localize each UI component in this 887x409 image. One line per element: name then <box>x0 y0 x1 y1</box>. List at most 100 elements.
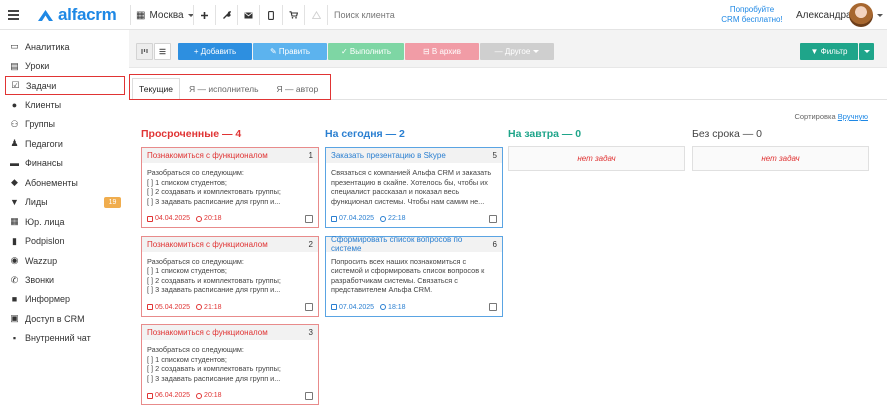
task-description-line: [ ] 2 создавать и комплектовать группы; <box>147 364 281 374</box>
task-time-value: 22:18 <box>388 215 406 222</box>
sidebar-item[interactable]: ♟ Педагоги <box>5 134 125 153</box>
task-complete-checkbox[interactable] <box>305 391 313 400</box>
sidebar-item[interactable]: ▭ Аналитика <box>5 37 125 56</box>
task-title[interactable]: Познакомиться с функционалом <box>147 328 268 337</box>
sidebar-item[interactable]: ▦ Юр. лица <box>5 212 125 231</box>
sidebar-item[interactable]: ▬ Финансы <box>5 154 125 173</box>
task-card-header: Сформировать список вопросов по системе 6 <box>326 235 502 253</box>
calendar-icon <box>147 392 153 399</box>
chevron-down-icon <box>863 50 870 53</box>
task-date: 05.04.2025 <box>147 304 190 311</box>
client-search-input[interactable]: Поиск клиента <box>334 0 395 30</box>
clock-icon <box>380 215 387 222</box>
other-label: — Другое <box>494 47 531 56</box>
promo-link[interactable]: Попробуйте CRM бесплатно! <box>718 0 786 30</box>
tab[interactable]: Текущие <box>132 78 180 99</box>
task-card-header: Познакомиться с функционалом 1 <box>142 148 318 163</box>
logo[interactable]: alfacrm <box>37 0 117 30</box>
chat-icon: ◉ <box>10 255 19 266</box>
sidebar-item[interactable]: ▪ Внутренний чат <box>5 329 125 348</box>
clock-icon <box>196 304 203 310</box>
task-number: 6 <box>492 239 497 249</box>
complete-button[interactable]: ✓ Выполнить <box>328 43 404 60</box>
other-dropdown-button[interactable]: — Другое <box>480 43 554 60</box>
task-card[interactable]: Познакомиться с функционалом 1 Разобраться… <box>141 147 319 228</box>
task-card[interactable]: Сформировать список вопросов по системе 6… <box>325 235 503 317</box>
task-date-value: 04.04.2025 <box>155 215 191 222</box>
task-complete-checkbox[interactable] <box>489 303 497 311</box>
clock-icon <box>380 304 387 310</box>
sidebar-item[interactable]: ⚇ Группы <box>5 115 125 134</box>
cart-icon[interactable] <box>286 0 300 30</box>
tab[interactable]: Я — исполнитель <box>180 78 268 99</box>
task-description-line: функционал системы. Чтобы нам самим не..… <box>331 196 485 206</box>
columns-icon <box>141 49 148 54</box>
task-date: 04.04.2025 <box>147 215 190 222</box>
filter-button[interactable]: ▼ Фильтр <box>800 43 858 60</box>
task-time-value: 18:18 <box>388 303 406 311</box>
book-icon: ▤ <box>10 60 19 71</box>
task-card[interactable]: Познакомиться с функционалом 2 Разобраться… <box>141 235 319 317</box>
sidebar-item-label: Звонки <box>25 275 55 286</box>
city-selector[interactable]: ▦ Москва <box>136 0 194 30</box>
tasks-icon: ☑ <box>11 80 20 91</box>
task-description: Попросить всех наших познакомиться с сист… <box>326 252 502 304</box>
sidebar-item[interactable]: ▣ Доступ в CRM <box>5 309 125 328</box>
add-button[interactable]: + Добавить <box>178 43 252 60</box>
column-title: На завтра — 0 <box>508 128 582 140</box>
sidebar-item-label: Юр. лица <box>25 216 65 227</box>
envelope-icon[interactable] <box>241 0 255 30</box>
edit-button[interactable]: ✎ Править <box>253 43 327 60</box>
task-complete-checkbox[interactable] <box>305 303 313 311</box>
sidebar-item[interactable]: ▼ Лиды 19 <box>5 193 125 212</box>
sidebar-item-label: Аналитика <box>25 41 70 52</box>
sidebar-item-label: Абонементы <box>25 177 78 188</box>
sidebar-item[interactable]: ▤ Уроки <box>5 56 125 75</box>
sidebar-item[interactable]: ▮ Podpislon <box>5 232 125 251</box>
wrench-icon[interactable] <box>219 0 233 30</box>
task-complete-checkbox[interactable] <box>489 214 497 223</box>
divider <box>304 5 305 25</box>
avatar[interactable] <box>849 3 873 27</box>
filter-dropdown-button[interactable] <box>859 43 874 60</box>
mobile-icon[interactable] <box>264 0 278 30</box>
sort-value-link[interactable]: Вручную <box>838 112 868 121</box>
building-icon: ▦ <box>10 216 19 227</box>
task-description-line: специалист рассказал и показал весь <box>331 187 460 197</box>
menu-toggle-icon[interactable] <box>6 0 20 30</box>
calendar-icon <box>147 215 153 222</box>
sidebar-item-label: Уроки <box>25 61 50 72</box>
task-title[interactable]: Заказать презентацию в Skype <box>331 151 446 160</box>
task-title[interactable]: Познакомиться с функционалом <box>147 240 268 249</box>
warning-icon[interactable] <box>309 0 323 30</box>
task-card[interactable]: Заказать презентацию в Skype 5 Связаться с… <box>325 147 503 228</box>
tab[interactable]: Я — автор <box>268 78 328 99</box>
user-menu-chevron-icon[interactable] <box>877 0 883 30</box>
task-title[interactable]: Сформировать список вопросов по системе <box>331 235 493 253</box>
archive-button[interactable]: ⊟ В архив <box>405 43 479 60</box>
sidebar-item[interactable]: ● Клиенты <box>5 95 125 114</box>
sidebar-item[interactable]: ◆ Абонементы <box>5 173 125 192</box>
task-title[interactable]: Познакомиться с функционалом <box>147 151 268 160</box>
sidebar-item[interactable]: ■ Информер <box>5 290 125 309</box>
plus-icon[interactable] <box>197 0 211 30</box>
task-description-line: [ ] 1 списком студентов; <box>147 354 227 364</box>
task-complete-checkbox[interactable] <box>305 214 313 223</box>
task-description: Разобраться со следующим:[ ] 1 списком с… <box>142 252 318 304</box>
divider <box>215 5 216 25</box>
empty-column-placeholder: нет задач <box>508 146 685 171</box>
sidebar-item-label: Группы <box>25 119 55 130</box>
sort-control: Сортировка Вручную <box>794 112 868 121</box>
list-icon <box>159 48 166 55</box>
task-time-value: 21:18 <box>204 303 222 311</box>
sidebar-item[interactable]: ◉ Wazzup <box>5 251 125 270</box>
task-description-line: [ ] 3 задавать расписание для групп и... <box>147 196 281 206</box>
logo-mark-icon <box>38 9 53 21</box>
sidebar-item[interactable]: ☑ Задачи <box>5 75 125 96</box>
kanban-view-button[interactable] <box>136 43 153 60</box>
sidebar-item[interactable]: ✆ Звонки <box>5 270 125 289</box>
task-time-value: 20:18 <box>204 392 222 399</box>
user-name[interactable]: Александра <box>796 0 852 30</box>
task-card[interactable]: Познакомиться с функционалом 3 Разобраться… <box>141 324 319 405</box>
list-view-button[interactable] <box>154 43 171 60</box>
